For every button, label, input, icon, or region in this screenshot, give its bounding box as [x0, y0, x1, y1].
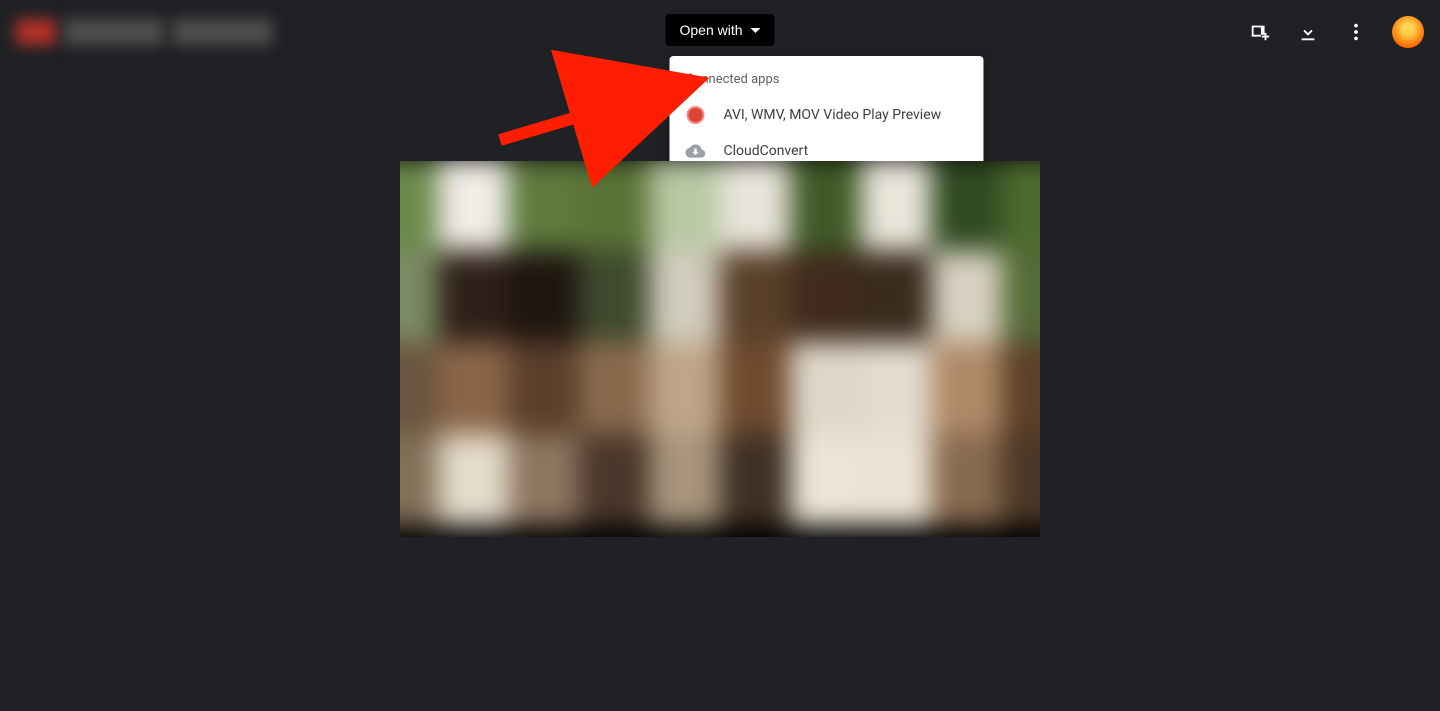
cloudconvert-icon — [685, 141, 705, 161]
file-icon-blurred — [16, 19, 56, 45]
open-with-button[interactable]: Open with — [665, 14, 774, 46]
file-name-blurred-2 — [172, 19, 272, 45]
video-frame-blurred — [400, 161, 1040, 526]
video-preview-icon — [685, 105, 705, 125]
dropdown-item-label: AVI, WMV, MOV Video Play Preview — [723, 107, 941, 123]
topbar: Open with Connected apps AVI, WMV, MOV V… — [0, 0, 1440, 64]
add-to-drive-button[interactable] — [1248, 20, 1272, 44]
open-with-wrap: Open with Connected apps AVI, WMV, MOV V… — [665, 14, 774, 46]
dropdown-item-label: CloudConvert — [723, 143, 808, 159]
caret-down-icon — [751, 28, 761, 33]
open-with-label: Open with — [679, 22, 742, 38]
dropdown-item-avi-preview[interactable]: AVI, WMV, MOV Video Play Preview — [669, 97, 983, 133]
video-preview[interactable] — [400, 161, 1040, 537]
download-button[interactable] — [1296, 20, 1320, 44]
right-icons — [1248, 16, 1424, 48]
more-options-button[interactable] — [1344, 20, 1368, 44]
file-name-blurred — [64, 19, 164, 45]
dropdown-header: Connected apps — [669, 64, 983, 97]
account-avatar[interactable] — [1392, 16, 1424, 48]
file-info — [16, 19, 316, 45]
